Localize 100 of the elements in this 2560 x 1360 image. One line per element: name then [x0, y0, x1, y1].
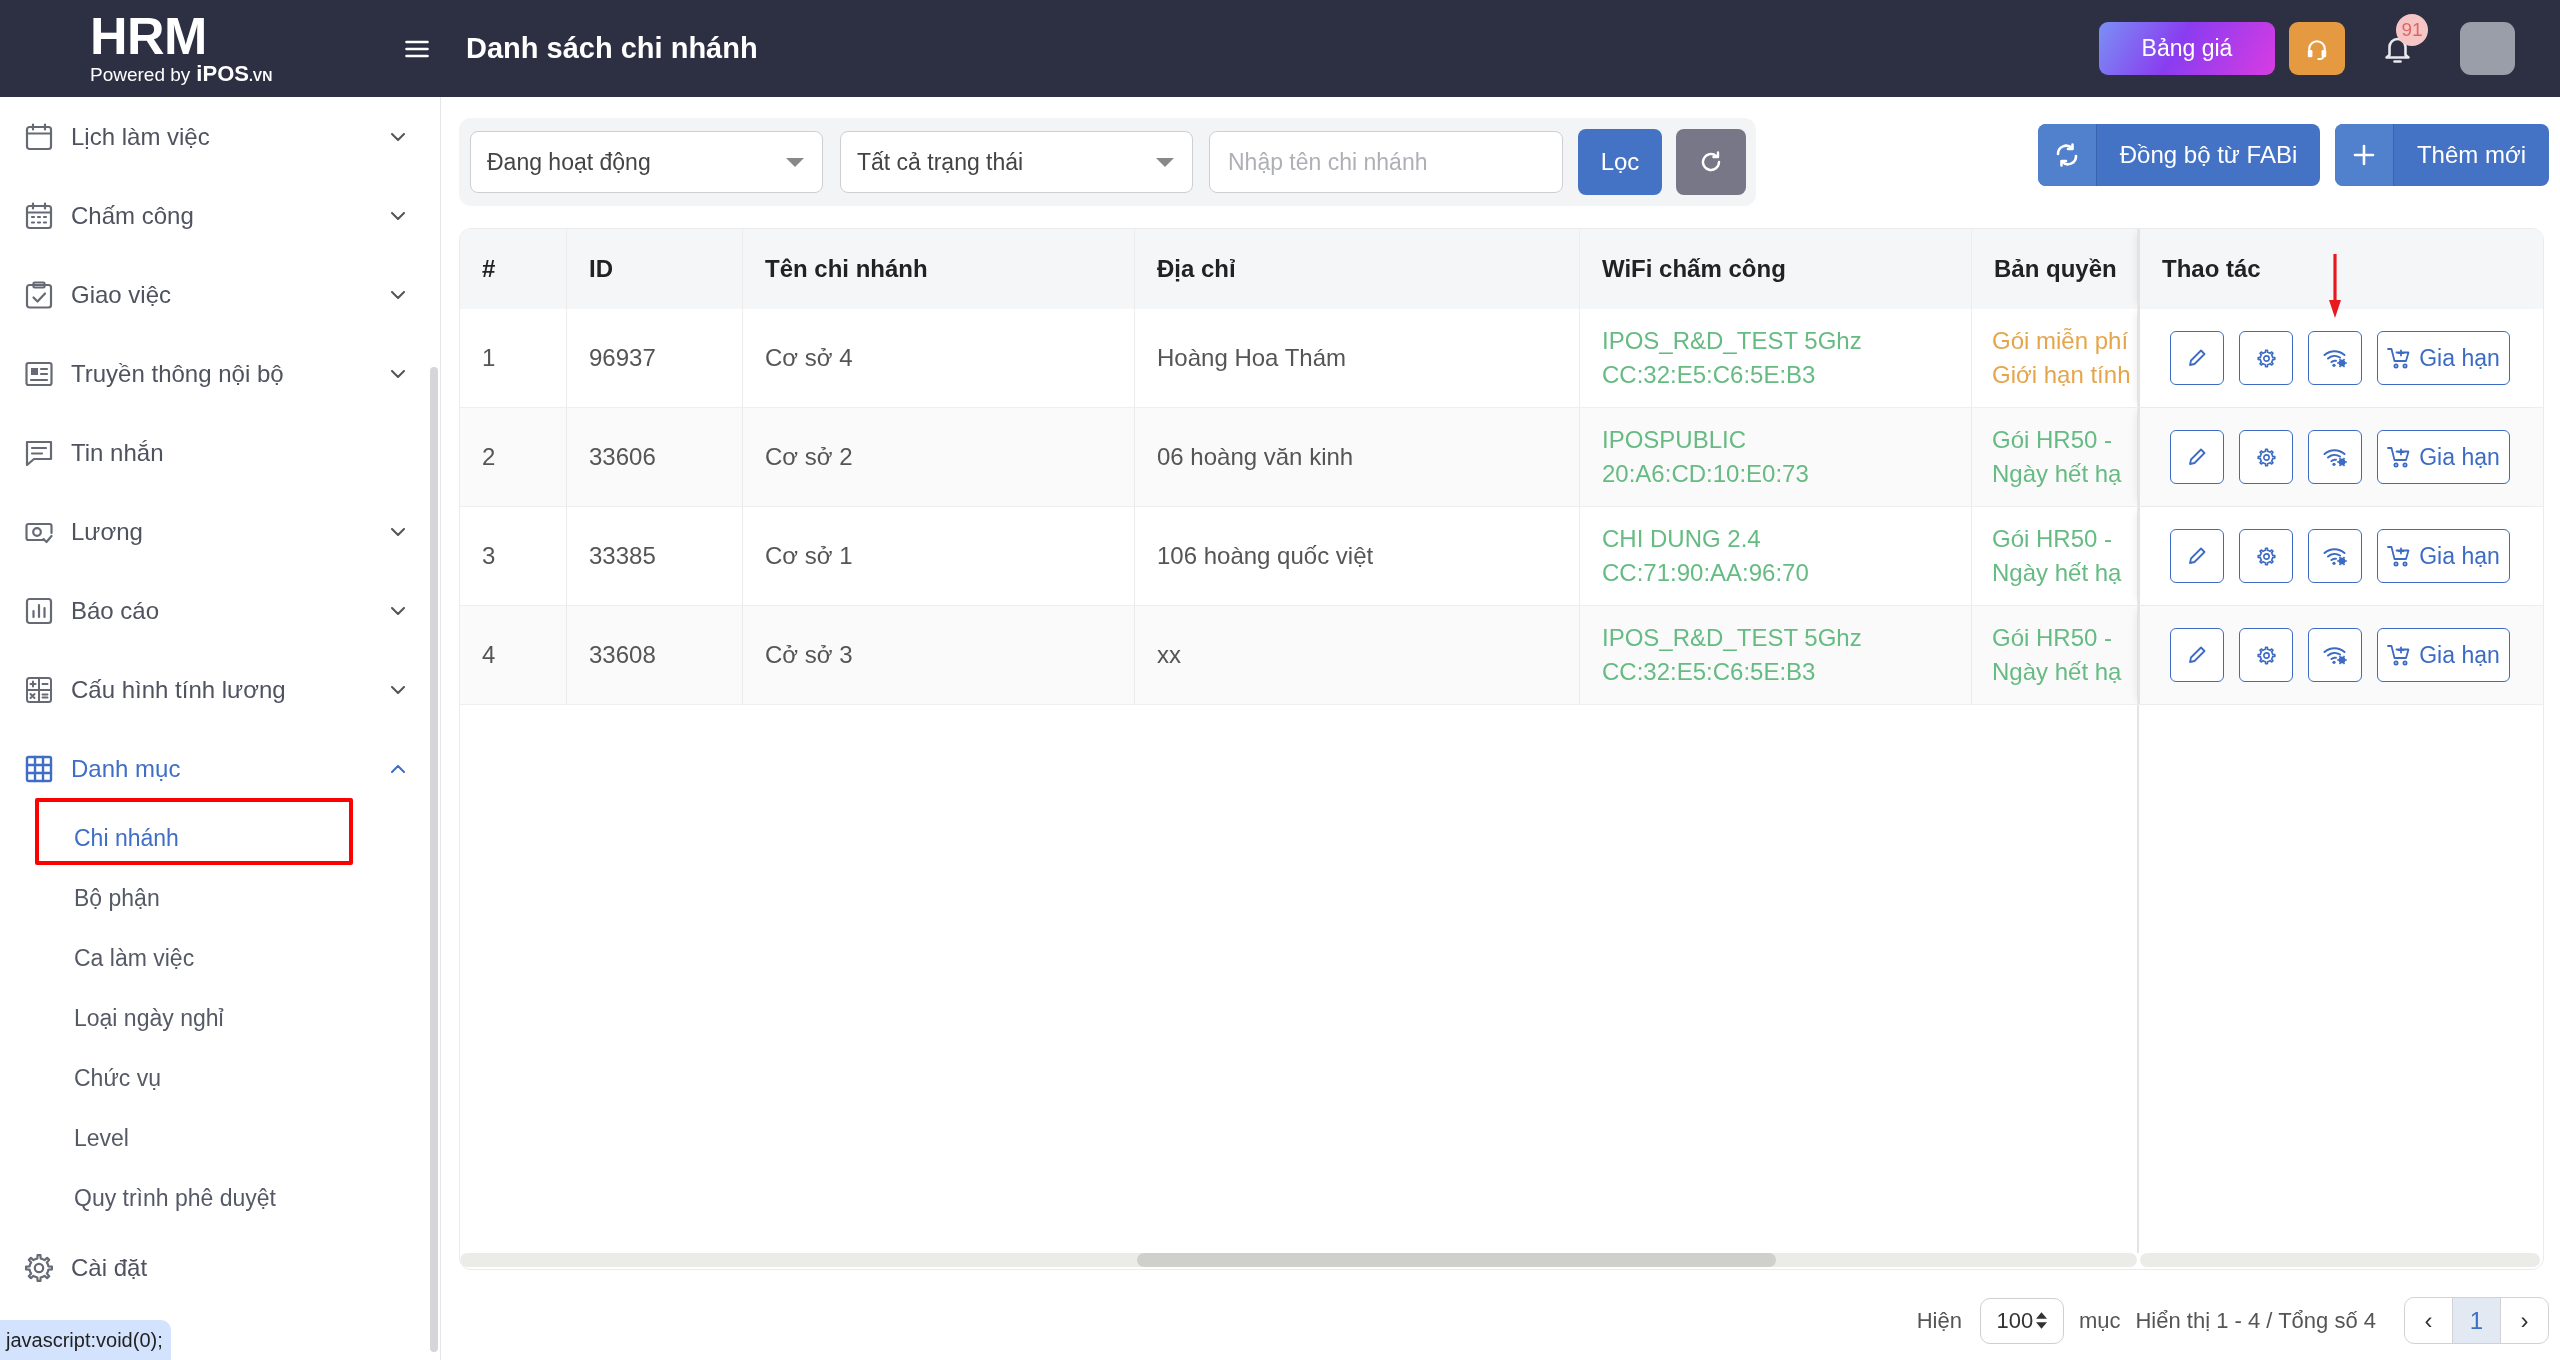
sidebar-subitem[interactable]: Ca làm việc: [0, 928, 428, 988]
edit-button[interactable]: [2170, 430, 2224, 484]
wifi-settings-button[interactable]: [2308, 331, 2362, 385]
table-cell: 33606: [567, 408, 743, 506]
settings-button[interactable]: [2239, 331, 2293, 385]
table-cell: IPOS_R&D_TEST 5Ghz CC:32:E5:C6:5E:B3: [1580, 309, 1972, 407]
grid-icon: [25, 754, 53, 783]
sidebar-item[interactable]: Giao việc: [0, 255, 428, 334]
sidebar-subitem[interactable]: Quy trình phê duyệt: [0, 1168, 428, 1228]
next-page-button[interactable]: ›: [2500, 1298, 2548, 1343]
sidebar-item[interactable]: Danh mục: [0, 729, 428, 808]
plus-icon: [2335, 124, 2394, 186]
support-button[interactable]: [2289, 22, 2345, 75]
sidebar-subitem[interactable]: Bộ phận: [0, 868, 428, 928]
user-avatar[interactable]: [2460, 22, 2515, 75]
sidebar-subitem[interactable]: Level: [0, 1108, 428, 1168]
sidebar-item[interactable]: Lương: [0, 492, 428, 571]
wifi-gear-icon: [2323, 447, 2347, 467]
prev-page-button[interactable]: ‹: [2405, 1298, 2452, 1343]
table-cell: 1: [460, 309, 567, 407]
table-cell: IPOSPUBLIC 20:A6:CD:10:E0:73: [1580, 408, 1972, 506]
sync-button[interactable]: Đồng bộ từ FABi: [2038, 124, 2320, 186]
wifi-gear-icon: [2323, 348, 2347, 368]
state-select[interactable]: Tất cả trạng thái: [840, 131, 1193, 193]
scrollbar-thumb[interactable]: [430, 367, 438, 1352]
calendar-icon: [25, 122, 53, 151]
sidebar-item[interactable]: Báo cáo: [0, 571, 428, 650]
chat-icon: [25, 438, 53, 467]
sort-arrows-icon: [2036, 1312, 2048, 1329]
renew-button[interactable]: Gia hạn: [2377, 430, 2510, 484]
settings-button[interactable]: [2239, 529, 2293, 583]
settings-button[interactable]: [2239, 628, 2293, 682]
table-cell: 06 hoàng văn kinh: [1135, 408, 1580, 506]
edit-button[interactable]: [2170, 331, 2224, 385]
sidebar-item[interactable]: Truyền thông nội bộ: [0, 334, 428, 413]
caret-icon: [786, 157, 804, 167]
newspaper-icon: [25, 359, 53, 388]
calculator-icon: [25, 675, 53, 704]
table-cell: Cơ sở 1: [743, 507, 1135, 605]
table-cell: CHI DUNG 2.4 CC:71:90:AA:96:70: [1580, 507, 1972, 605]
cart-icon: [2387, 545, 2412, 567]
settings-button[interactable]: [2239, 430, 2293, 484]
wifi-settings-button[interactable]: [2308, 628, 2362, 682]
wifi-settings-button[interactable]: [2308, 529, 2362, 583]
table-cell: IPOS_R&D_TEST 5Ghz CC:32:E5:C6:5E:B3: [1580, 606, 1972, 704]
sidebar-item[interactable]: Chấm công: [0, 176, 428, 255]
edit-button[interactable]: [2170, 628, 2224, 682]
table-cell: 2: [460, 408, 567, 506]
sidebar-item[interactable]: Cấu hình tính lương: [0, 650, 428, 729]
page-size-unit: mục: [2078, 1307, 2121, 1334]
column-header: Thao tác: [2138, 229, 2543, 309]
logo-tagline: Powered by: [90, 63, 191, 86]
gear-icon: [2256, 645, 2276, 665]
filter-button[interactable]: Lọc: [1578, 129, 1662, 195]
gear-icon: [2256, 546, 2276, 566]
page-button[interactable]: 1: [2452, 1298, 2500, 1343]
renew-button[interactable]: Gia hạn: [2377, 331, 2510, 385]
gear-icon: [2256, 447, 2276, 467]
cart-icon: [2387, 644, 2412, 666]
sidebar-item[interactable]: Cài đặt: [0, 1228, 428, 1307]
cart-icon: [2387, 446, 2412, 468]
sidebar-subitem[interactable]: Loại ngày nghỉ: [0, 988, 428, 1048]
pricing-button[interactable]: Bảng giá: [2099, 22, 2275, 75]
sync-icon: [2038, 124, 2097, 186]
wifi-settings-button[interactable]: [2308, 430, 2362, 484]
table-cell: Cở sở 3: [743, 606, 1135, 704]
scrollbar-thumb[interactable]: [1137, 1253, 1776, 1267]
table-cell: 33385: [567, 507, 743, 605]
caret-icon: [1156, 157, 1174, 167]
table-cell: xx: [1135, 606, 1580, 704]
pencil-icon: [2188, 646, 2206, 664]
sidebar-subitem[interactable]: Chi nhánh: [0, 808, 428, 868]
page-size-select[interactable]: 100: [1979, 1297, 2064, 1344]
refresh-button[interactable]: [1676, 129, 1746, 195]
renew-button[interactable]: Gia hạn: [2377, 529, 2510, 583]
search-field[interactable]: Nhập tên chi nhánh: [1209, 131, 1563, 193]
pencil-icon: [2188, 448, 2206, 466]
calendar-icon: [25, 201, 53, 230]
add-button[interactable]: Thêm mới: [2335, 124, 2549, 186]
renew-button[interactable]: Gia hạn: [2377, 628, 2510, 682]
menu-icon[interactable]: [405, 39, 429, 58]
sidebar-item[interactable]: Tin nhắn: [0, 413, 428, 492]
refresh-icon: [1699, 150, 1723, 174]
edit-button[interactable]: [2170, 529, 2224, 583]
pencil-icon: [2188, 349, 2206, 367]
table-cell: Cơ sở 4: [743, 309, 1135, 407]
gear-icon: [25, 1253, 53, 1282]
sidebar-item[interactable]: Lịch làm việc: [0, 97, 428, 176]
sidebar-subitem[interactable]: Chức vụ: [0, 1048, 428, 1108]
table-cell: 3: [460, 507, 567, 605]
bar-chart-icon: [25, 596, 53, 625]
table-cell: 4: [460, 606, 567, 704]
pencil-icon: [2188, 547, 2206, 565]
status-select[interactable]: Đang hoạt động: [470, 131, 823, 193]
table-cell: 106 hoàng quốc việt: [1135, 507, 1580, 605]
clipboard-check-icon: [25, 280, 53, 309]
cart-icon: [2387, 347, 2412, 369]
wifi-gear-icon: [2323, 645, 2347, 665]
table-cell: Cơ sở 2: [743, 408, 1135, 506]
page-size-label: Hiện: [1916, 1307, 1962, 1334]
